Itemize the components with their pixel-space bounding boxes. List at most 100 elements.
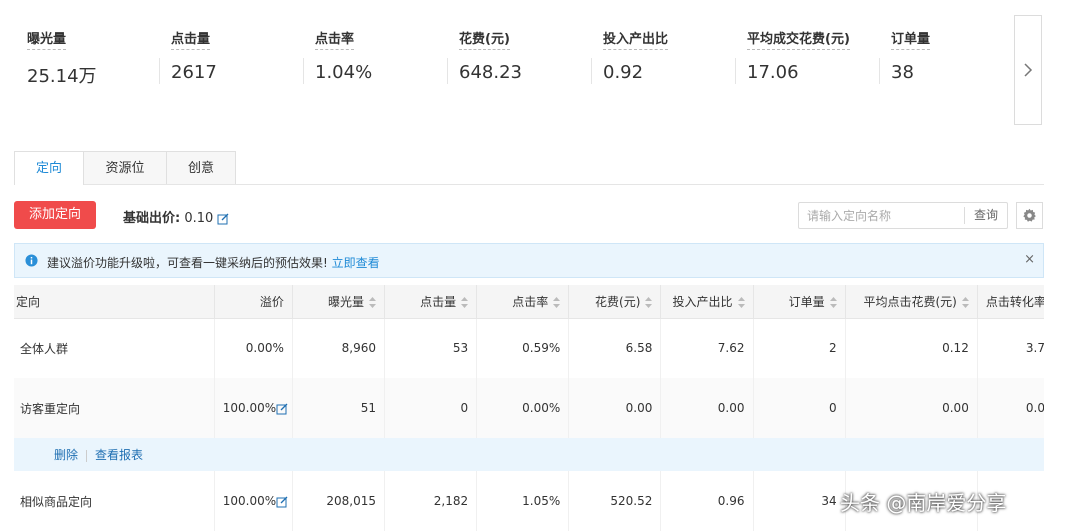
col-label: 平均点击花费(元) — [863, 294, 957, 309]
cell-impressions: 51 — [292, 378, 386, 438]
col-header-clicks[interactable]: 点击量 — [384, 285, 478, 319]
col-header-ctr[interactable]: 点击率 — [476, 285, 570, 319]
cell-cost: 0.00 — [568, 378, 662, 438]
add-targeting-button[interactable]: 添加定向 — [14, 201, 96, 229]
cell-avg-cpc: 0.12 — [845, 318, 978, 378]
metric-avg-cost: 平均成交花费(元) 17.06 — [735, 28, 850, 90]
cell-targeting: 全体人群 — [14, 318, 215, 378]
notice-banner: 建议溢价功能升级啦，可查看一键采纳后的预估效果! 立即查看 × — [14, 243, 1044, 278]
cell-ctr: 0.59% — [476, 318, 570, 378]
cell-impressions: 8,960 — [292, 318, 386, 378]
metric-divider — [879, 58, 880, 84]
cell-roi: 0.96 — [660, 471, 754, 531]
cell-cost: 6.58 — [568, 318, 662, 378]
tab-creatives[interactable]: 创意 — [166, 151, 236, 184]
sort-icon[interactable] — [553, 296, 561, 308]
cell-targeting: 访客重定向 — [14, 378, 215, 438]
col-header-targeting: 定向 — [14, 285, 215, 319]
settings-button[interactable] — [1016, 202, 1043, 229]
cell-premium: 100.00% — [214, 471, 293, 531]
sort-icon[interactable] — [829, 296, 837, 308]
cell-cost: 520.52 — [568, 471, 662, 531]
cell-clicks: 0 — [384, 378, 478, 438]
cell-impressions: 208,015 — [292, 471, 386, 531]
delete-link[interactable]: 删除 — [54, 448, 78, 462]
metric-value: 648.23 — [459, 62, 522, 83]
metrics-summary: 曝光量 25.14万 点击量 2617 点击率 1.04% 花费(元) 648.… — [0, 0, 1082, 130]
table-row: 全体人群 0.00% 8,960 53 0.59% 6.58 7.62 2 0.… — [14, 318, 1044, 378]
watermark: 头条 @南岸爱分享 — [840, 491, 1007, 515]
chevron-right-icon — [1024, 63, 1033, 77]
metric-divider — [303, 58, 304, 84]
cell-ctr: 1.05% — [476, 471, 570, 531]
col-header-roi[interactable]: 投入产出比 — [660, 285, 754, 319]
metric-cost: 花费(元) 648.23 — [447, 28, 522, 90]
col-header-cost[interactable]: 花费(元) — [568, 285, 662, 319]
col-label: 曝光量 — [328, 294, 365, 309]
row-actions-cell: 删除 查看报表 — [14, 438, 1044, 471]
premium-value: 100.00% — [222, 401, 277, 415]
tab-placements[interactable]: 资源位 — [83, 151, 167, 184]
notice-link[interactable]: 立即查看 — [332, 256, 380, 270]
cell-orders: 2 — [753, 318, 846, 378]
col-label: 点击率 — [512, 294, 549, 309]
table-header: 定向 溢价 曝光量 点击量 点击率 花费(元) 投入产出比 订单量 平均点击花费… — [14, 285, 1044, 319]
cell-cvr: 0.0 — [977, 378, 1044, 438]
metric-label[interactable]: 平均成交花费(元) — [747, 28, 850, 50]
col-header-premium: 溢价 — [214, 285, 293, 319]
metric-label[interactable]: 投入产出比 — [603, 28, 669, 50]
metric-orders: 订单量 38 — [879, 28, 931, 90]
col-label: 投入产出比 — [672, 294, 733, 309]
sort-icon[interactable] — [369, 296, 377, 308]
sort-icon[interactable] — [461, 296, 469, 308]
notice-text-wrap: 建议溢价功能升级啦，可查看一键采纳后的预估效果! 立即查看 — [47, 254, 380, 271]
edit-icon[interactable] — [276, 496, 288, 508]
metric-label[interactable]: 曝光量 — [27, 28, 67, 50]
col-header-impressions[interactable]: 曝光量 — [292, 285, 386, 319]
row-actions: 删除 查看报表 — [14, 438, 1044, 471]
metric-roi: 投入产出比 0.92 — [591, 28, 669, 90]
tab-targeting[interactable]: 定向 — [14, 151, 84, 185]
base-price-label: 基础出价: — [123, 211, 181, 226]
edit-icon[interactable] — [217, 213, 229, 225]
close-icon[interactable]: × — [1024, 252, 1035, 267]
table-row: 访客重定向 100.00% 51 0 0.00% 0.00 0.00 0 0.0… — [14, 378, 1044, 438]
metric-value: 17.06 — [747, 62, 799, 83]
cell-ctr: 0.00% — [476, 378, 570, 438]
metric-divider — [735, 58, 736, 84]
action-divider — [86, 449, 88, 462]
metric-label[interactable]: 订单量 — [891, 28, 931, 50]
view-report-link[interactable]: 查看报表 — [95, 448, 143, 462]
notice-text: 建议溢价功能升级啦，可查看一键采纳后的预估效果! — [47, 256, 328, 270]
search-button[interactable]: 查询 — [964, 207, 1007, 224]
cell-orders: 34 — [753, 471, 846, 531]
metrics-next-button[interactable] — [1014, 15, 1042, 125]
search-box: 查询 — [798, 202, 1008, 229]
col-header-orders[interactable]: 订单量 — [753, 285, 846, 319]
cell-clicks: 53 — [384, 318, 478, 378]
metric-value: 38 — [891, 62, 914, 83]
col-header-cvr[interactable]: 点击转化率 — [977, 285, 1044, 319]
info-icon — [25, 254, 38, 267]
base-price: 基础出价: 0.10 — [123, 207, 229, 226]
col-header-avg-cpc[interactable]: 平均点击花费(元) — [845, 285, 978, 319]
edit-icon[interactable] — [276, 403, 288, 415]
cell-premium: 100.00% — [214, 378, 293, 438]
col-label: 点击量 — [420, 294, 457, 309]
search-input[interactable] — [799, 203, 975, 228]
sort-icon[interactable] — [737, 296, 745, 308]
cell-roi: 7.62 — [660, 318, 754, 378]
metric-value: 1.04% — [315, 62, 373, 83]
cell-premium: 0.00% — [214, 318, 293, 378]
metric-value: 0.92 — [603, 62, 644, 83]
base-price-value: 0.10 — [184, 211, 214, 226]
cell-roi: 0.00 — [660, 378, 754, 438]
metric-label[interactable]: 点击率 — [315, 28, 355, 50]
sort-icon[interactable] — [961, 296, 969, 308]
metric-impressions: 曝光量 25.14万 — [27, 28, 97, 90]
sort-icon[interactable] — [645, 296, 653, 308]
metric-divider — [591, 58, 592, 84]
col-label: 订单量 — [788, 294, 825, 309]
metric-label[interactable]: 点击量 — [171, 28, 211, 50]
metric-label[interactable]: 花费(元) — [459, 28, 510, 50]
